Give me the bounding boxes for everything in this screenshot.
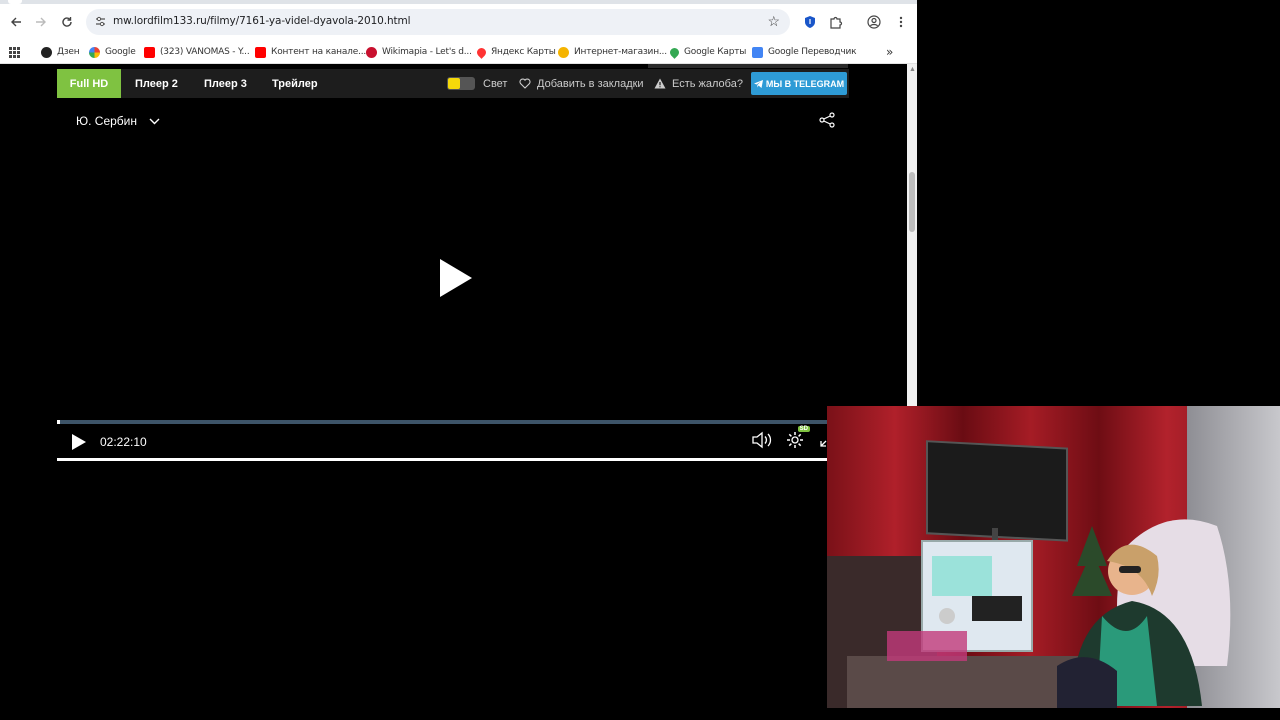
big-play-icon[interactable] bbox=[439, 258, 473, 303]
light-switch[interactable] bbox=[447, 77, 475, 90]
volume-button[interactable] bbox=[751, 431, 773, 454]
bookmark-item[interactable]: Google Карты bbox=[668, 44, 747, 60]
quality-badge: SD bbox=[797, 426, 810, 432]
browser-window: mw.lordfilm133.ru/filmy/7161-ya-videl-dy… bbox=[0, 0, 917, 461]
bookmark-label: Контент на канале... bbox=[271, 47, 367, 57]
more-bookmarks-chevron-icon[interactable]: » bbox=[886, 44, 893, 60]
site-settings-icon[interactable] bbox=[94, 15, 107, 28]
wikimapia-icon bbox=[366, 46, 377, 58]
webcam-overlay bbox=[827, 406, 1280, 708]
profile-icon[interactable] bbox=[864, 12, 884, 32]
extension-shield-icon[interactable] bbox=[800, 12, 820, 32]
tab-player-2[interactable]: Плеер 2 bbox=[135, 69, 178, 98]
scrollbar-thumb[interactable] bbox=[909, 172, 915, 232]
reload-button[interactable] bbox=[57, 12, 77, 32]
bookmark-item[interactable]: Google bbox=[89, 44, 136, 60]
bookmark-star-icon[interactable]: ☆ bbox=[767, 13, 780, 30]
dzen-icon bbox=[41, 46, 52, 58]
time-display: 02:22:10 bbox=[100, 435, 147, 449]
play-button[interactable] bbox=[71, 433, 87, 456]
complaint-button[interactable]: Есть жалоба? bbox=[654, 69, 743, 98]
tab-trailer[interactable]: Трейлер bbox=[272, 69, 318, 98]
bookmark-label: Яндекс Карты bbox=[491, 47, 556, 57]
back-button[interactable] bbox=[6, 12, 26, 32]
bookmark-label: (323) VANOMAS - Y... bbox=[160, 47, 250, 57]
bookmark-item[interactable]: Интернет-магазин... bbox=[558, 44, 667, 60]
player-bottom-line bbox=[57, 458, 849, 461]
webcam-scene bbox=[827, 406, 1280, 708]
bookmark-item[interactable]: Дзен bbox=[41, 44, 80, 60]
arrow-left-icon bbox=[11, 17, 21, 27]
bookmark-item[interactable]: Wikimapia - Let's d... bbox=[366, 44, 472, 60]
light-switch-knob bbox=[448, 78, 460, 89]
bookmark-label: Дзен bbox=[57, 47, 80, 57]
volume-icon bbox=[752, 431, 772, 449]
add-bookmark-button[interactable]: Добавить в закладки bbox=[519, 69, 644, 98]
page-content: Full HD Плеер 2 Плеер 3 Трейлер Свет Доб… bbox=[0, 64, 907, 461]
video-player[interactable]: Ю. Сербин 02:22:10 SD bbox=[57, 98, 849, 461]
google-icon bbox=[89, 46, 100, 58]
google-translate-icon bbox=[752, 46, 763, 58]
light-toggle[interactable]: Свет bbox=[447, 69, 507, 98]
share-icon[interactable] bbox=[819, 112, 835, 133]
bookmark-label: Wikimapia - Let's d... bbox=[382, 47, 472, 57]
gear-icon bbox=[787, 432, 803, 448]
page-scrollbar[interactable]: ▲ ▼ bbox=[907, 64, 917, 461]
store-icon bbox=[558, 46, 569, 58]
arrow-right-icon bbox=[36, 17, 46, 27]
bookmark-item[interactable]: (323) VANOMAS - Y... bbox=[144, 44, 250, 60]
dub-selector[interactable]: Ю. Сербин bbox=[76, 114, 160, 128]
heart-icon bbox=[519, 78, 531, 89]
address-bar[interactable]: mw.lordfilm133.ru/filmy/7161-ya-videl-dy… bbox=[86, 9, 790, 35]
tab-player-3[interactable]: Плеер 3 bbox=[204, 69, 247, 98]
light-label: Свет bbox=[483, 77, 508, 90]
bookmark-item[interactable]: Google Переводчик bbox=[752, 44, 857, 60]
header-strip bbox=[648, 64, 848, 68]
bookmark-label: Google bbox=[105, 47, 136, 57]
progress-bar[interactable] bbox=[57, 420, 849, 424]
bookmark-item[interactable]: Яндекс Карты bbox=[475, 44, 556, 60]
dub-label: Ю. Сербин bbox=[76, 114, 138, 128]
chevron-down-icon bbox=[149, 118, 160, 124]
extensions-puzzle-icon[interactable] bbox=[826, 12, 846, 32]
player-tabs-bar: Full HD Плеер 2 Плеер 3 Трейлер Свет Доб… bbox=[57, 69, 849, 98]
tab-full-hd[interactable]: Full HD bbox=[57, 69, 121, 98]
add-bookmark-label: Добавить в закладки bbox=[537, 77, 644, 90]
screen: mw.lordfilm133.ru/filmy/7161-ya-videl-dy… bbox=[0, 0, 1280, 720]
telegram-label: МЫ В TELEGRAM bbox=[765, 78, 845, 89]
browser-toolbar: mw.lordfilm133.ru/filmy/7161-ya-videl-dy… bbox=[0, 4, 917, 40]
youtube-icon bbox=[144, 46, 155, 58]
complaint-label: Есть жалоба? bbox=[672, 77, 743, 90]
url-text: mw.lordfilm133.ru/filmy/7161-ya-videl-dy… bbox=[113, 15, 411, 27]
scroll-up-arrow-icon[interactable]: ▲ bbox=[909, 66, 916, 73]
progress-fill bbox=[57, 420, 61, 424]
warning-icon bbox=[654, 78, 666, 89]
settings-button[interactable]: SD bbox=[786, 426, 810, 454]
apps-grid-icon[interactable] bbox=[9, 44, 20, 60]
browser-menu-icon[interactable] bbox=[891, 12, 911, 32]
bookmark-item[interactable]: Контент на канале... bbox=[255, 44, 366, 60]
google-maps-icon bbox=[668, 45, 681, 59]
forward-button[interactable] bbox=[31, 12, 51, 32]
telegram-icon bbox=[753, 79, 763, 88]
telegram-button[interactable]: МЫ В TELEGRAM bbox=[751, 72, 847, 95]
bookmark-label: Google Переводчик bbox=[768, 47, 857, 57]
reload-icon bbox=[62, 17, 72, 27]
youtube-icon bbox=[255, 46, 266, 58]
play-icon bbox=[72, 434, 86, 450]
bookmarks-bar: Дзен Google (323) VANOMAS - Y... Контент… bbox=[0, 40, 917, 64]
bookmark-label: Google Карты bbox=[684, 47, 747, 57]
map-pin-icon bbox=[475, 45, 488, 59]
bookmark-label: Интернет-магазин... bbox=[574, 47, 667, 57]
